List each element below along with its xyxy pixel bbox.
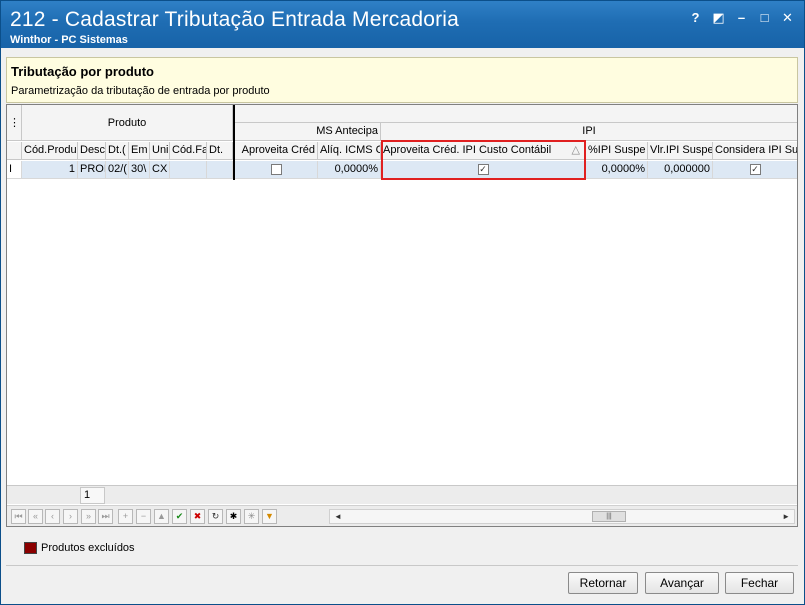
scroll-right-icon[interactable]: ► <box>782 510 790 523</box>
app-window: 212 - Cadastrar Tributação Entrada Merca… <box>0 0 805 605</box>
col-dt2[interactable]: Dt. <box>207 142 233 160</box>
window-controls: ? ◩ – □ ✕ <box>687 9 796 26</box>
col-em[interactable]: Em <box>129 142 150 160</box>
aproveita-cred-checkbox[interactable] <box>270 163 282 175</box>
cancel-x-icon[interactable]: ✖ <box>190 509 205 524</box>
refresh-icon[interactable]: ↻ <box>208 509 223 524</box>
legend: Produtos excluídos <box>24 542 135 554</box>
help-icon[interactable]: ? <box>687 9 704 26</box>
scrollbar-thumb[interactable]: ||| <box>592 511 626 522</box>
col-dt[interactable]: Dt.( <box>106 142 129 160</box>
product-tax-grid[interactable]: ⋮ Produto MS Antecipa IPI Cód.Produ Desc… <box>6 104 798 527</box>
last-record-icon[interactable]: ⏭ <box>98 509 113 524</box>
col-aproveita-cred[interactable]: Aproveita Créd <box>235 142 318 160</box>
cell-considera-ipi[interactable]: ✓ <box>713 161 797 179</box>
bottom-action-bar: Retornar Avançar Fechar <box>6 565 798 599</box>
band-empty <box>235 105 797 123</box>
close-icon[interactable]: ✕ <box>779 9 796 26</box>
band-icms-antecipado: MS Antecipa <box>235 123 381 141</box>
cell-descricao[interactable]: PROI <box>78 161 106 179</box>
asterisk-icon[interactable]: ✱ <box>226 509 241 524</box>
window-subtitle: Winthor - PC Sistemas <box>10 34 128 46</box>
col-vlr-ipi-susp[interactable]: Vlr.IPI Suspe <box>648 142 713 160</box>
col-unidade[interactable]: Uni <box>150 142 170 160</box>
legend-label: Produtos excluídos <box>41 542 135 554</box>
grid-navigator: ⏮ « ‹ › » ⏭ + − ▲ ✔ ✖ ↻ ✱ ✳ ▼ ◄ ||| ► <box>7 505 797 526</box>
cell-vlr-ipi-susp[interactable]: 0,000000 <box>648 161 713 179</box>
col-cod-produto[interactable]: Cód.Produ <box>22 142 78 160</box>
fechar-button[interactable]: Fechar <box>725 572 794 594</box>
filter-icon[interactable]: ▼ <box>262 509 277 524</box>
insert-icon[interactable]: + <box>118 509 133 524</box>
col-perc-ipi-susp[interactable]: %IPI Suspe <box>586 142 648 160</box>
grid-menu-icon[interactable]: ⋮ <box>7 105 22 141</box>
next-page-icon[interactable]: » <box>81 509 96 524</box>
highlight-box <box>381 140 586 180</box>
cell-aliq-icms[interactable]: 0,0000% <box>318 161 381 179</box>
cell-dt[interactable]: 02/( <box>106 161 129 179</box>
page-title: Tributação por produto <box>11 64 154 79</box>
band-produto: Produto <box>22 105 233 141</box>
record-count: 1 <box>80 487 105 504</box>
col-aliq-icms[interactable]: Alíq. ICMS C <box>318 142 381 160</box>
row-indicator[interactable]: I <box>7 161 22 179</box>
cell-cod-fab[interactable] <box>170 161 207 179</box>
title-bar[interactable]: 212 - Cadastrar Tributação Entrada Merca… <box>1 1 804 48</box>
minimize-icon[interactable]: – <box>733 9 750 26</box>
cell-perc-ipi-susp[interactable]: 0,0000% <box>586 161 648 179</box>
frozen-column-divider <box>233 105 235 180</box>
post-check-icon[interactable]: ✔ <box>172 509 187 524</box>
col-cod-fab[interactable]: Cód.Fa <box>170 142 207 160</box>
row-indicator-header <box>7 142 22 160</box>
cell-em[interactable]: 30\ <box>129 161 150 179</box>
prev-record-icon[interactable]: ‹ <box>45 509 60 524</box>
page-description: Parametrização da tributação de entrada … <box>11 85 270 97</box>
retornar-button[interactable]: Retornar <box>568 572 638 594</box>
restore-icon[interactable]: ◩ <box>710 9 727 26</box>
horizontal-scrollbar[interactable]: ◄ ||| ► <box>329 509 795 524</box>
delete-icon[interactable]: − <box>136 509 151 524</box>
cell-dt2[interactable] <box>207 161 233 179</box>
considera-ipi-checkbox[interactable]: ✓ <box>749 163 761 175</box>
col-considera-ipi[interactable]: Considera IPI Su <box>713 142 797 160</box>
header-panel: Tributação por produto Parametrização da… <box>6 57 798 103</box>
first-record-icon[interactable]: ⏮ <box>11 509 26 524</box>
col-descricao[interactable]: Desc <box>78 142 106 160</box>
prev-page-icon[interactable]: « <box>28 509 43 524</box>
edit-icon[interactable]: ▲ <box>154 509 169 524</box>
cell-unidade[interactable]: CX <box>150 161 170 179</box>
window-title: 212 - Cadastrar Tributação Entrada Merca… <box>10 8 460 31</box>
cell-aproveita-cred[interactable] <box>235 161 318 179</box>
band-ipi: IPI <box>381 123 797 141</box>
cell-cod-produto[interactable]: 1 <box>22 161 78 179</box>
legend-swatch <box>24 542 37 554</box>
asterisk-light-icon[interactable]: ✳ <box>244 509 259 524</box>
scroll-left-icon[interactable]: ◄ <box>334 510 342 523</box>
avancar-button[interactable]: Avançar <box>645 572 719 594</box>
grid-footer: 1 <box>7 485 797 504</box>
next-record-icon[interactable]: › <box>63 509 78 524</box>
maximize-icon[interactable]: □ <box>756 9 773 26</box>
